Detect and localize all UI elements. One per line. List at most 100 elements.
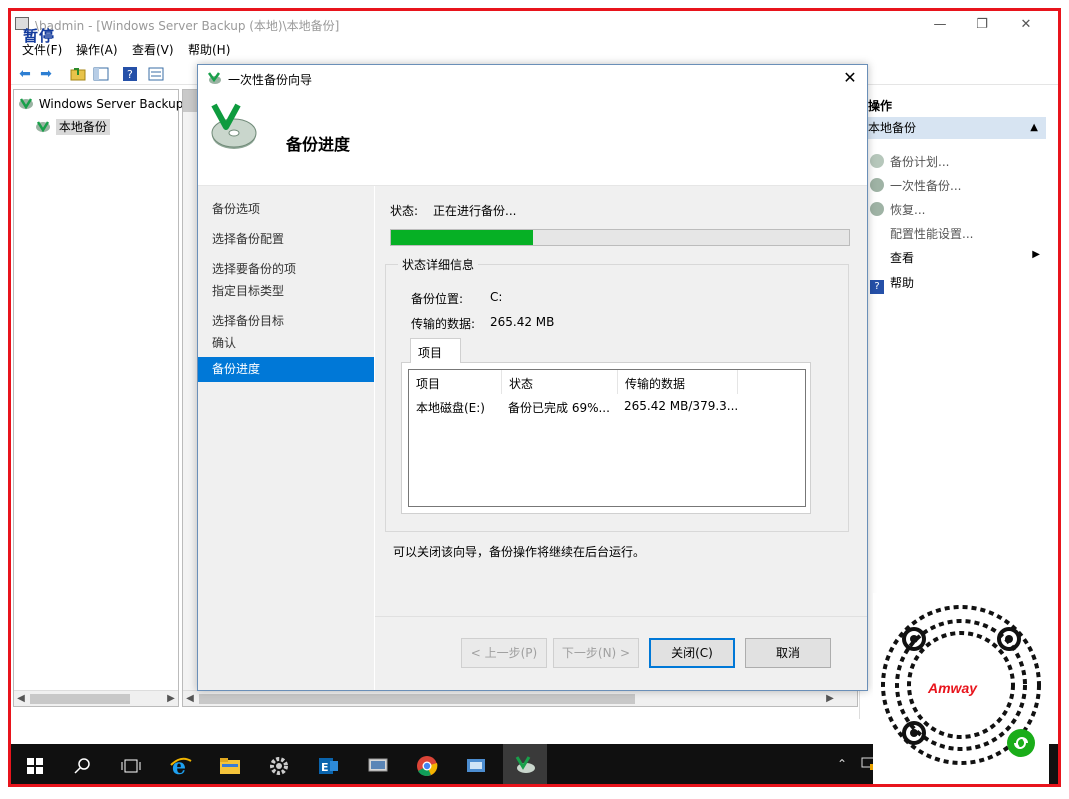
location-value: C: [490,290,503,304]
help-icon[interactable]: ? [121,65,139,83]
menu-help[interactable]: 帮助(H) [188,41,230,58]
chrome-icon[interactable] [405,744,449,784]
search-icon[interactable] [61,744,105,784]
result-hscrollbar[interactable]: ◀ ▶ [183,690,857,706]
items-list: 项目 状态 传输的数据 本地磁盘(E:) 备份已完成 69%... 265.42… [408,369,806,507]
result-scroll-thumb[interactable] [199,694,635,704]
progress-fill [391,230,533,245]
wizard-icon [207,72,221,84]
action-help[interactable]: ? 帮助 [870,274,914,294]
actions-section-local-backup[interactable]: 本地备份 ▲ [860,117,1046,139]
up-folder-icon[interactable] [69,65,87,83]
dialog-close-icon[interactable]: ✕ [839,68,861,88]
dialog-title: 一次性备份向导 [228,73,313,87]
transferred-label: 传输的数据: [411,317,476,331]
dialog-heading: 备份进度 [286,135,351,154]
tree-root-label: Windows Server Backup [38,97,184,111]
background-note: 可以关闭该向导，备份操作将继续在后台运行。 [393,545,646,559]
row-item: 本地磁盘(E:) [416,401,485,415]
settings-gear-icon[interactable] [257,744,301,784]
column-transferred[interactable]: 传输的数据 [618,370,738,394]
status-value: 正在进行备份... [433,204,517,218]
step-select-target: 选择备份目标 [212,314,285,328]
column-status[interactable]: 状态 [502,370,618,394]
close-button[interactable]: 关闭(C) [649,638,735,668]
result-scroll-left-icon[interactable]: ◀ [183,691,197,707]
svg-text:E: E [321,761,329,774]
menu-bar: 文件(F) 操作(A) 查看(V) 帮助(H) [11,39,1058,61]
submenu-arrow-icon: ▶ [1032,249,1040,260]
back-arrow-icon[interactable]: ⬅ [16,65,34,83]
network-tool-icon[interactable] [454,744,498,784]
scroll-left-arrow-icon[interactable]: ◀ [14,691,28,707]
help-small-icon: ? [870,280,884,294]
backup-icon [19,98,33,110]
tray-chevron-up-icon[interactable]: ⌃ [837,757,847,771]
cancel-button[interactable]: 取消 [745,638,831,668]
menu-file[interactable]: 文件(F) [22,41,62,58]
amway-logo: Amway [928,680,978,696]
title-bar: \badmin - [Windows Server Backup (本地)\本地… [11,11,1058,45]
console-tree: Windows Server Backup 本地备份 ◀ ▶ [13,89,183,707]
tree-scroll-thumb[interactable] [30,694,130,704]
restore-button[interactable]: ❐ [967,15,997,35]
once-backup-icon [870,178,884,192]
step-select-items: 选择要备份的项 [212,262,297,276]
tree-node-root[interactable]: Windows Server Backup [17,96,183,111]
task-view-icon[interactable] [109,744,153,784]
action-once-backup[interactable]: 一次性备份... [870,177,961,194]
server-manager-icon[interactable] [356,744,400,784]
scroll-right-arrow-icon[interactable]: ▶ [164,691,178,707]
tab-items[interactable]: 项目 [410,338,461,363]
row-transferred: 265.42 MB/379.3... [624,399,739,413]
actions-section-label: 本地备份 [868,121,917,135]
action-recover[interactable]: 恢复... [870,201,925,218]
step-backup-options: 备份选项 [212,202,261,216]
schedule-icon [870,154,884,168]
wizard-content: 状态: 正在进行备份... 状态详细信息 备份位置: C: 传输的数据: 265… [375,186,867,616]
action-performance-settings[interactable]: 配置性能设置... [870,225,973,242]
exchange-icon[interactable]: E [307,744,351,784]
ie-browser-icon[interactable]: e [159,744,203,784]
windows-server-backup-taskbar-icon[interactable] [503,744,547,784]
wizard-steps: 备份选项 选择备份配置 选择要备份的项 指定目标类型 选择备份目标 确认 备份进… [198,186,374,690]
start-windows-icon[interactable] [13,744,57,784]
result-scroll-right-icon[interactable]: ▶ [823,691,837,707]
show-hide-tree-icon[interactable] [92,65,110,83]
transferred-value: 265.42 MB [490,315,555,329]
status-details-title: 状态详细信息 [398,256,479,273]
items-tab-panel: 项目 状态 传输的数据 本地磁盘(E:) 备份已完成 69%... 265.42… [401,362,811,514]
properties-icon[interactable] [147,65,165,83]
backup-disc-icon [211,103,257,149]
step-backup-progress: 备份进度 [198,357,374,382]
step-select-config: 选择备份配置 [212,232,285,246]
minimize-button[interactable]: — [925,15,955,35]
local-backup-icon [36,121,50,133]
status-label: 状态: [390,204,419,218]
prev-button[interactable]: < 上一步(P) [461,638,547,668]
backup-wizard-dialog: 一次性备份向导 ✕ 备份进度 备份选项 选择备份配置 选择要备份的项 指定目标类… [197,64,868,691]
close-window-button[interactable]: ✕ [1011,15,1041,35]
dialog-title-bar: 一次性备份向导 ✕ [198,65,867,91]
window-title: \badmin - [Windows Server Backup (本地)\本地… [35,19,340,33]
dialog-footer: < 上一步(P) 下一步(N) > 关闭(C) 取消 [375,616,867,690]
svg-text:?: ? [127,68,133,81]
step-target-type: 指定目标类型 [212,284,285,298]
next-button[interactable]: 下一步(N) > [553,638,639,668]
tree-hscrollbar[interactable]: ◀ ▶ [14,690,178,706]
step-confirm: 确认 [212,336,237,350]
file-explorer-icon[interactable] [208,744,252,784]
action-view[interactable]: 查看 ▶ [870,249,1040,266]
tree-child-label: 本地备份 [55,119,110,135]
tree-node-local-backup[interactable]: 本地备份 [34,118,110,135]
actions-header: 操作 [868,99,893,113]
collapse-up-icon[interactable]: ▲ [1030,117,1038,139]
backup-progress-bar [390,229,850,246]
dialog-header: 备份进度 [198,91,867,186]
column-item[interactable]: 项目 [409,370,502,394]
forward-arrow-icon[interactable]: ➡ [37,65,55,83]
menu-view[interactable]: 查看(V) [132,41,174,58]
action-backup-schedule[interactable]: 备份计划... [870,153,949,170]
menu-action[interactable]: 操作(A) [76,41,118,58]
row-status: 备份已完成 69%... [508,401,610,415]
